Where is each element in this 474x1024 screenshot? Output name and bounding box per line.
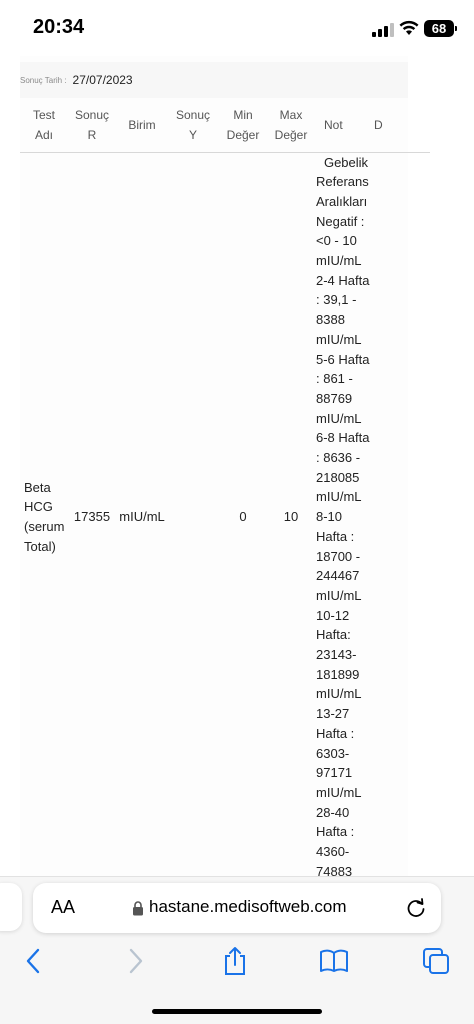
note-line: Negatif : (316, 213, 365, 229)
tabs-button[interactable] (420, 945, 452, 977)
note-line: mIU/mL (316, 331, 362, 347)
forward-icon (129, 948, 143, 974)
col-header-birim: Birim (116, 98, 168, 153)
col-header-test-adi: Test Adı (20, 98, 68, 153)
note-line: 28-40 (316, 804, 350, 820)
date-value: 27/07/2023 (72, 73, 133, 87)
status-bar: 20:34 68 (0, 0, 474, 56)
back-button[interactable] (17, 945, 49, 977)
status-time: 20:34 (33, 16, 85, 38)
tabs-icon (423, 948, 449, 974)
cell-test-adi: Beta HCG (serum Total) (24, 479, 65, 554)
col-header-sonuc-y: Sonuç Y (168, 98, 218, 153)
col-header-not: Not (314, 98, 372, 153)
note-line: 5-6 Hafta (316, 351, 370, 367)
note-line: mIU/mL (316, 686, 362, 702)
note-line: 97171 (316, 765, 353, 781)
date-label: Sonuç Tarih : (20, 75, 67, 85)
note-line: Hafta: (316, 627, 351, 643)
note-line: 8388 (316, 312, 345, 328)
address-bar[interactable]: AA hastane.medisoftweb.com (33, 883, 441, 933)
share-button[interactable] (219, 945, 251, 977)
signal-icon (372, 23, 394, 37)
note-line: Hafta : (316, 824, 355, 840)
note-line: 23143- (316, 647, 357, 663)
note-line: <0 - 10 (316, 233, 357, 249)
home-indicator[interactable] (152, 1009, 322, 1014)
text-size-label: AA (51, 897, 76, 917)
col-header-truncated: D (372, 98, 430, 153)
web-content[interactable]: Sonuç Tarih : 27/07/2023 Test Adı Sonuç R (0, 56, 474, 876)
browser-bar: AA hastane.medisoftweb.com (0, 876, 474, 1024)
back-icon (26, 948, 40, 974)
note-line: mIU/mL (316, 253, 362, 269)
note-line: Hafta : (316, 528, 355, 544)
battery-icon: 68 (424, 20, 457, 37)
col-header-max-deger: Max Değer (268, 98, 314, 153)
note-line: : 39,1 - (316, 292, 357, 308)
note-line: 181899 (316, 666, 360, 682)
note-line: mIU/mL (316, 785, 362, 800)
note-line: 18700 - (316, 548, 361, 564)
note-line: 218085 (316, 469, 360, 485)
col-header-min-deger: Min Değer (218, 98, 268, 153)
note-line: Aralıkları (316, 193, 368, 209)
note-line: : 8636 - (316, 450, 361, 466)
note-line: Gebelik (323, 154, 369, 170)
cell-truncated (372, 152, 430, 876)
text-size-button[interactable]: AA (51, 897, 75, 918)
browser-toolbar (0, 937, 474, 987)
cell-note: Gebelik Referans Aralıkları Negatif : <0 - 1… (314, 152, 372, 877)
note-line: 74883 (316, 863, 353, 876)
cell-sonuc-r: 17355 (73, 509, 111, 525)
note-line: Referans (316, 174, 369, 190)
note-line: mIU/mL (316, 410, 362, 426)
cell-sonuc-y (168, 152, 218, 876)
table-header-row: Test Adı Sonuç R Birim Sonuç Y Min Değer Max… (20, 98, 430, 153)
wifi-icon (399, 20, 419, 35)
results-table: Test Adı Sonuç R Birim Sonuç Y Min Değer Max… (20, 98, 430, 876)
cell-max-deger: 10 (283, 509, 299, 525)
table-row: Beta HCG (serum Total) 17355 mIU/mL 0 10… (20, 152, 430, 877)
cell-birim: mIU/mL (119, 509, 165, 525)
note-line: 2-4 Hafta (316, 272, 370, 288)
url-text[interactable]: hastane.medisoftweb.com (149, 897, 347, 917)
note-line: 244467 (316, 568, 360, 584)
previous-tab-preview[interactable] (0, 883, 22, 931)
lock-icon (133, 901, 143, 916)
note-line: mIU/mL (316, 489, 362, 505)
note-line: 8-10 (316, 509, 343, 525)
forward-button[interactable] (120, 945, 152, 977)
col-header-sonuc-r: Sonuç R (68, 98, 116, 153)
note-line: 10-12 (316, 607, 350, 623)
reload-icon[interactable] (405, 897, 427, 919)
note-line: Hafta : (316, 725, 355, 741)
cell-min-deger: 0 (239, 509, 247, 525)
bookmarks-button[interactable] (318, 945, 350, 977)
note-line: : 861 - (316, 371, 353, 387)
note-line: 13-27 (316, 706, 350, 722)
note-line: 6-8 Hafta (316, 430, 370, 446)
note-line: mIU/mL (316, 587, 362, 603)
bookmarks-icon (320, 949, 348, 972)
note-line: 6303- (316, 745, 350, 761)
note-line: 4360- (316, 844, 350, 860)
result-date-row: Sonuç Tarih : 27/07/2023 (20, 62, 408, 98)
note-line: 88769 (316, 390, 353, 406)
share-icon (225, 947, 245, 975)
